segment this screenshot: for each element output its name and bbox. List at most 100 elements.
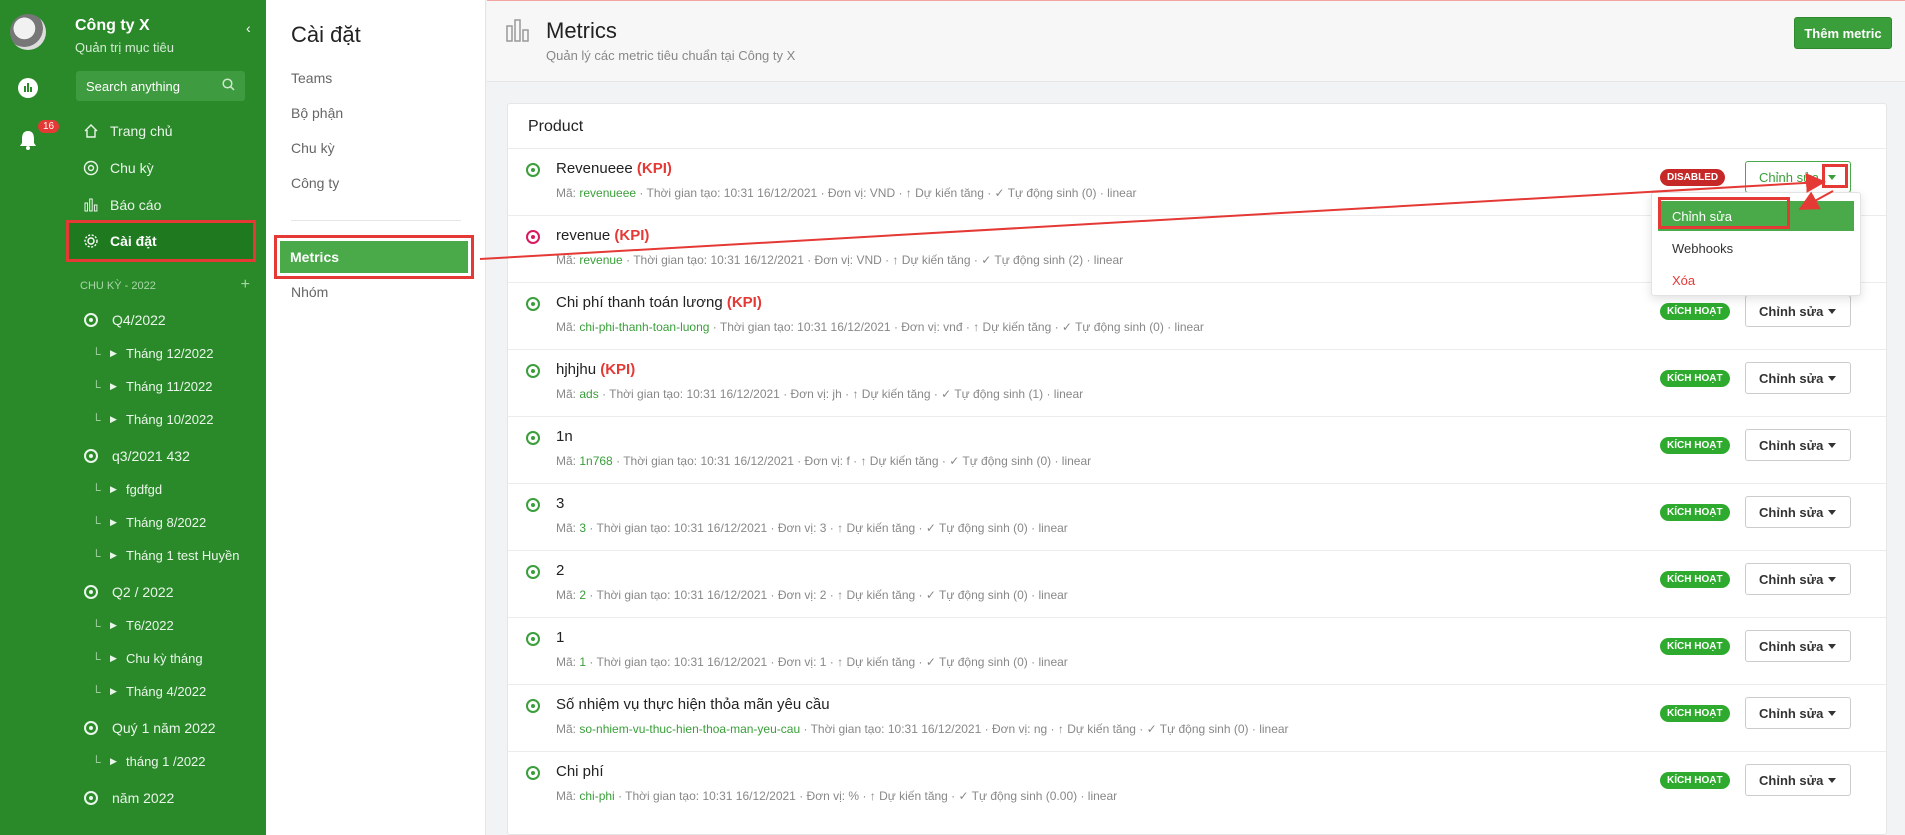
cycle-label: q3/2021 432	[112, 448, 190, 464]
metric-name[interactable]: 2	[556, 562, 564, 579]
metric-meta: Mã: chi-phi-thanh-toan-luong · Thời gian…	[556, 320, 1204, 334]
sub-cycle-label: Tháng 11/2022	[126, 379, 213, 394]
metric-created: 10:31 16/12/2021	[797, 320, 891, 334]
settings-item-departments[interactable]: Bộ phận	[291, 105, 343, 121]
nav-report-label: Báo cáo	[110, 197, 162, 213]
nav-settings[interactable]: Cài đặt	[82, 229, 157, 253]
nav-report[interactable]: Báo cáo	[82, 193, 161, 217]
edit-button[interactable]: Chỉnh sửa	[1745, 362, 1851, 394]
status-badge: KÍCH HOẠT	[1660, 303, 1730, 320]
metric-auto: (0)	[1149, 320, 1164, 334]
metric-name-line: 1	[556, 629, 564, 646]
sub-cycle-label: tháng 1 /2022	[126, 754, 206, 769]
caret-right-icon: ▶	[110, 414, 117, 424]
metric-name[interactable]: 1	[556, 629, 564, 646]
chart-icon	[82, 197, 100, 213]
metric-unit: ng	[1033, 722, 1048, 736]
metric-name-line: 2	[556, 562, 564, 579]
cycle-icon	[84, 449, 98, 463]
avatar[interactable]	[10, 14, 46, 50]
metric-name[interactable]: Chi phí	[556, 763, 604, 780]
sub-cycle-item[interactable]: └ ▶ Tháng 1 test Huyền	[92, 548, 239, 563]
sub-cycle-item[interactable]: └ ▶ T6/2022	[92, 618, 174, 633]
company-name: Công ty X	[75, 17, 150, 34]
caret-right-icon: ▶	[110, 484, 117, 494]
metric-name[interactable]: Revenueee	[556, 160, 633, 177]
metric-unit: VND	[869, 186, 896, 200]
settings-item-cycles[interactable]: Chu kỳ	[291, 140, 335, 156]
metric-auto: (0)	[1233, 722, 1249, 736]
metric-row: 1 Mã: 1 · Thời gian tạo: 10:31 16/12/2021…	[508, 617, 1886, 684]
edit-button[interactable]: Chỉnh sửa	[1745, 429, 1851, 461]
settings-item-company[interactable]: Công ty	[291, 175, 339, 191]
cycle-item[interactable]: năm 2022	[84, 790, 174, 806]
edit-button[interactable]: Chỉnh sửa	[1745, 161, 1851, 193]
metric-row: 3 Mã: 3 · Thời gian tạo: 10:31 16/12/2021…	[508, 483, 1886, 550]
cycle-label: Q4/2022	[112, 312, 166, 328]
edit-button[interactable]: Chỉnh sửa	[1745, 630, 1851, 662]
settings-divider	[291, 220, 461, 221]
chevron-down-icon[interactable]	[1828, 443, 1836, 448]
metric-code: so-nhiem-vu-thuc-hien-thoa-man-yeu-cau	[579, 722, 801, 736]
metric-name[interactable]: revenue	[556, 227, 610, 244]
cycle-item[interactable]: Quý 1 năm 2022	[84, 720, 216, 736]
dropdown-delete[interactable]: Xóa	[1652, 265, 1860, 295]
sub-cycle-item[interactable]: └ ▶ Tháng 12/2022	[92, 346, 213, 361]
nav-cycle[interactable]: Chu kỳ	[82, 156, 154, 180]
metric-created: 10:31 16/12/2021	[723, 186, 818, 200]
cycle-item[interactable]: Q2 / 2022	[84, 584, 174, 600]
metric-name[interactable]: 1n	[556, 428, 573, 445]
edit-button[interactable]: Chỉnh sửa	[1745, 764, 1851, 796]
metric-name[interactable]: 3	[556, 495, 564, 512]
bell-icon[interactable]	[16, 128, 40, 152]
dashboard-icon[interactable]	[16, 76, 40, 100]
sub-cycle-item[interactable]: └ ▶ Tháng 11/2022	[92, 379, 213, 394]
status-badge: KÍCH HOẠT	[1660, 504, 1730, 521]
cycle-item[interactable]: q3/2021 432	[84, 448, 190, 464]
metric-meta: Mã: 1 · Thời gian tạo: 10:31 16/12/2021 …	[556, 655, 1068, 669]
metric-name-line: 3	[556, 495, 564, 512]
metric-code: revenue	[579, 253, 623, 267]
add-metric-button[interactable]: Thêm metric	[1794, 17, 1892, 49]
chevron-down-icon[interactable]	[1828, 510, 1836, 515]
chevron-down-icon[interactable]	[1828, 644, 1836, 649]
chevron-down-icon[interactable]	[1828, 711, 1836, 716]
metric-name[interactable]: Số nhiệm vụ thực hiện thỏa mãn yêu cầu	[556, 696, 830, 713]
search-input[interactable]: Search anything	[76, 71, 245, 101]
dropdown-webhooks[interactable]: Webhooks	[1652, 233, 1860, 263]
add-cycle-button[interactable]: +	[241, 276, 250, 294]
metric-name[interactable]: hjhjhu	[556, 361, 596, 378]
metric-unit: 1	[819, 655, 827, 669]
metric-name-line: Revenueee (KPI)	[556, 160, 672, 177]
chevron-down-icon[interactable]	[1828, 778, 1836, 783]
cycle-item[interactable]: Q4/2022	[84, 312, 166, 328]
metric-unit: VND	[856, 253, 882, 267]
edit-button[interactable]: Chỉnh sửa	[1745, 563, 1851, 595]
sub-cycle-item[interactable]: └ ▶ fgdfgd	[92, 482, 162, 497]
settings-menu: Cài đặt Teams Bộ phận Chu kỳ Công ty Met…	[266, 0, 486, 835]
gear-icon	[82, 233, 100, 249]
sub-cycle-item[interactable]: └ ▶ tháng 1 /2022	[92, 754, 206, 769]
edit-button[interactable]: Chỉnh sửa	[1745, 496, 1851, 528]
metric-code: 2	[579, 588, 587, 602]
chevron-down-icon[interactable]	[1828, 577, 1836, 582]
chevron-down-icon[interactable]	[1828, 376, 1836, 381]
metric-code: ads	[579, 387, 599, 401]
edit-button[interactable]: Chỉnh sửa	[1745, 697, 1851, 729]
sub-cycle-item[interactable]: └ ▶ Chu kỳ tháng	[92, 651, 203, 666]
chevron-down-icon[interactable]	[1828, 309, 1836, 314]
caret-right-icon: ▶	[110, 653, 117, 663]
collapse-sidebar-icon[interactable]: ‹	[246, 20, 251, 36]
caret-right-icon: ▶	[110, 620, 117, 630]
settings-item-teams[interactable]: Teams	[291, 70, 332, 86]
sub-cycle-item[interactable]: └ ▶ Tháng 10/2022	[92, 412, 213, 427]
sub-cycle-label: Tháng 8/2022	[126, 515, 207, 530]
nav-home[interactable]: Trang chủ	[82, 119, 173, 143]
metric-name[interactable]: Chi phí thanh toán lương	[556, 294, 723, 311]
edit-button[interactable]: Chỉnh sửa	[1745, 295, 1851, 327]
home-icon	[82, 123, 100, 139]
sub-cycle-item[interactable]: └ ▶ Tháng 8/2022	[92, 515, 206, 530]
target-icon	[526, 498, 540, 512]
settings-item-groups[interactable]: Nhóm	[291, 284, 328, 300]
sub-cycle-item[interactable]: └ ▶ Tháng 4/2022	[92, 684, 206, 699]
